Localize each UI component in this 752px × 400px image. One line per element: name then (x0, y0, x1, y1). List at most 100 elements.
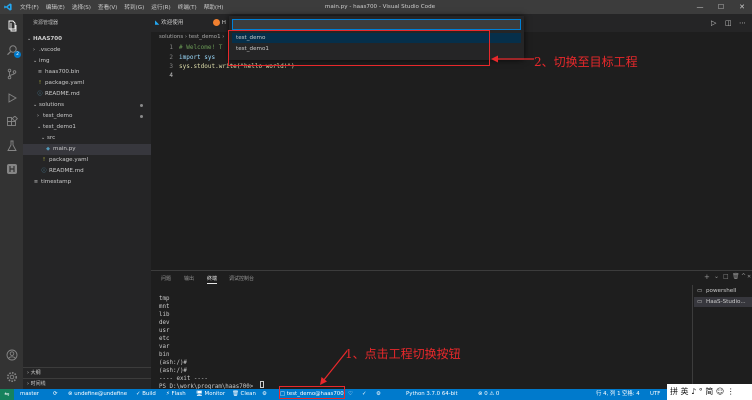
title-bar: 文件(F) 编辑(E) 选择(S) 查看(V) 转到(G) 运行(R) 终端(T… (0, 0, 752, 14)
problems-count[interactable]: ⊗ 0 ⚠ 0 (478, 389, 499, 400)
quick-pick-input[interactable] (232, 19, 521, 30)
terminal-cursor (260, 381, 264, 388)
haas-extension-icon[interactable] (4, 161, 19, 176)
cursor-position[interactable]: 行 4, 列 1 (596, 389, 621, 400)
menu-help[interactable]: 帮助(H) (204, 3, 224, 11)
haas-tab-icon (213, 19, 220, 26)
ime-toolbar[interactable]: 拼 英 ♪ ° 简 ☺ ⋮ (667, 384, 752, 400)
indentation[interactable]: 空格: 4 (622, 389, 640, 400)
code-line-1[interactable]: 1 # Welcome! T (151, 43, 222, 52)
settings-status-icon[interactable]: ⚙ (376, 389, 381, 400)
sync-icon[interactable]: ⟳ (53, 389, 58, 400)
bottom-panel: 问题 输出 终端 调试控制台 + ⌄ □ 🗑 ^ ✕ (151, 270, 752, 389)
annotation-step1: 1、点击工程切换按钮 (345, 347, 461, 361)
terminal-line: etc (159, 336, 170, 342)
tab-problems[interactable]: 问题 (161, 275, 171, 282)
extensions-icon[interactable] (4, 114, 19, 129)
tree-folder[interactable]: ⌄ img (23, 56, 151, 67)
build-button[interactable]: ✓ Build (136, 389, 156, 400)
annotation-box-project-switch (279, 386, 345, 399)
remote-icon[interactable]: ⇋ (0, 389, 14, 400)
terminal-line: bin (159, 352, 170, 358)
modified-dot-icon (140, 104, 143, 107)
tree-item-label: README.md (49, 168, 84, 174)
terminal-icon: ▭ (697, 288, 703, 294)
tree-folder[interactable]: ⌄ src (23, 133, 151, 144)
tab-welcome[interactable]: ◣ 欢迎使用 (155, 14, 211, 32)
encoding[interactable]: UTF (650, 389, 660, 400)
terminal-dropdown-icon[interactable]: ⌄ (714, 273, 719, 280)
new-terminal-icon[interactable]: + (704, 273, 710, 281)
split-terminal-icon[interactable]: □ (723, 273, 729, 280)
terminal-line: usr (159, 328, 170, 334)
explorer-icon[interactable] (4, 18, 19, 33)
test-flask-icon[interactable] (4, 138, 19, 153)
menu-run[interactable]: 运行(R) (151, 3, 170, 11)
account-status[interactable]: ⊗ undefine@undefine (68, 389, 127, 400)
config-icon[interactable]: ⚙ (262, 389, 267, 400)
source-control-icon[interactable] (4, 66, 19, 81)
close-panel-icon[interactable]: ✕ (747, 274, 751, 280)
git-branch[interactable]: master (20, 389, 39, 400)
python-interpreter[interactable]: Python 3.7.0 64-bit (406, 389, 458, 400)
menu-go[interactable]: 转到(G) (124, 3, 144, 11)
tree-folder[interactable]: ⌄ test_demo1 (23, 122, 151, 133)
tree-file[interactable]: ⓘ README.md (23, 89, 151, 100)
tree-file[interactable]: ◆ main.py (23, 144, 151, 155)
tree-file[interactable]: ≡ timestamp (23, 177, 151, 188)
tree-folder[interactable]: › .vscode (23, 45, 151, 56)
tree-item-label: haas700.bin (45, 69, 80, 75)
minimize-button[interactable]: — (690, 0, 710, 14)
split-editor-icon[interactable]: ◫ (725, 14, 732, 32)
tree-item-label: src (47, 135, 56, 141)
tree-folder[interactable]: ⌄ HAAS700 (23, 34, 151, 45)
tree-folder[interactable]: ⌄ solutions (23, 100, 151, 111)
tree-item-label: README.md (45, 91, 80, 97)
menu-view[interactable]: 查看(V) (98, 3, 117, 11)
terminal-line: dev (159, 320, 170, 326)
maximize-panel-icon[interactable]: ^ (741, 273, 746, 280)
run-icon[interactable]: ▷ (711, 14, 716, 32)
tree-file[interactable]: ⓘ README.md (23, 166, 151, 177)
menu-selection[interactable]: 选择(S) (72, 3, 91, 11)
tree-file[interactable]: ! package.yaml (23, 155, 151, 166)
check-icon[interactable]: ✓ (362, 389, 367, 400)
monitor-button[interactable]: 🖥 Monitor (196, 389, 225, 400)
tree-item-label: package.yaml (45, 80, 85, 86)
flash-button[interactable]: ⚡ Flash (166, 389, 186, 400)
tree-file[interactable]: ≡ haas700.bin (23, 67, 151, 78)
tab-output[interactable]: 输出 (184, 275, 194, 282)
terminal-item-haas-studio[interactable]: ▭ HaaS-Studio... (694, 297, 752, 307)
window-title: main.py - haas700 - Visual Studio Code (324, 4, 436, 10)
clean-button[interactable]: 🗑 Clean (232, 389, 256, 400)
terminal-item-powershell[interactable]: ▭ powershell (694, 286, 752, 296)
run-debug-icon[interactable] (4, 90, 19, 105)
menu-terminal[interactable]: 终端(T) (178, 3, 197, 11)
kill-terminal-icon[interactable]: 🗑 (732, 273, 740, 280)
vscode-tab-icon: ◣ (155, 20, 160, 26)
close-button[interactable]: ✕ (732, 0, 752, 14)
annotation-arrow-step2-icon (491, 55, 534, 63)
menu-edit[interactable]: 编辑(E) (46, 3, 65, 11)
timeline-section[interactable]: › 时间线 (23, 378, 151, 388)
menu-bar: 文件(F) 编辑(E) 选择(S) 查看(V) 转到(G) 运行(R) 终端(T… (20, 0, 230, 14)
settings-gear-icon[interactable] (4, 369, 19, 384)
tree-file[interactable]: ! package.yaml (23, 78, 151, 89)
tree-item-label: timestamp (41, 179, 72, 185)
favorite-icon[interactable]: ♡ (348, 389, 353, 400)
outline-section[interactable]: › 大纲 (23, 367, 151, 377)
tab-terminal[interactable]: 终端 (207, 275, 218, 284)
annotation-box-target-project (228, 30, 490, 66)
tree-folder[interactable]: › test_demo (23, 111, 151, 122)
code-line-4[interactable]: 4 (151, 71, 179, 80)
code-line-2[interactable]: 2 import sys (151, 53, 215, 62)
menu-file[interactable]: 文件(F) (20, 3, 39, 11)
tree-item-label: .vscode (39, 47, 61, 53)
more-actions-icon[interactable]: ⋯ (739, 14, 746, 32)
tree-item-label: test_demo1 (43, 124, 76, 130)
tab-debug-console[interactable]: 调试控制台 (229, 275, 254, 282)
maximize-button[interactable]: ☐ (711, 0, 731, 14)
activity-bar (0, 14, 23, 389)
account-icon[interactable] (4, 347, 19, 362)
explorer-sidebar: 资源管理器 ⌄ HAAS700 › .vscode ⌄ img ≡ haas700.bin! p… (23, 14, 151, 389)
